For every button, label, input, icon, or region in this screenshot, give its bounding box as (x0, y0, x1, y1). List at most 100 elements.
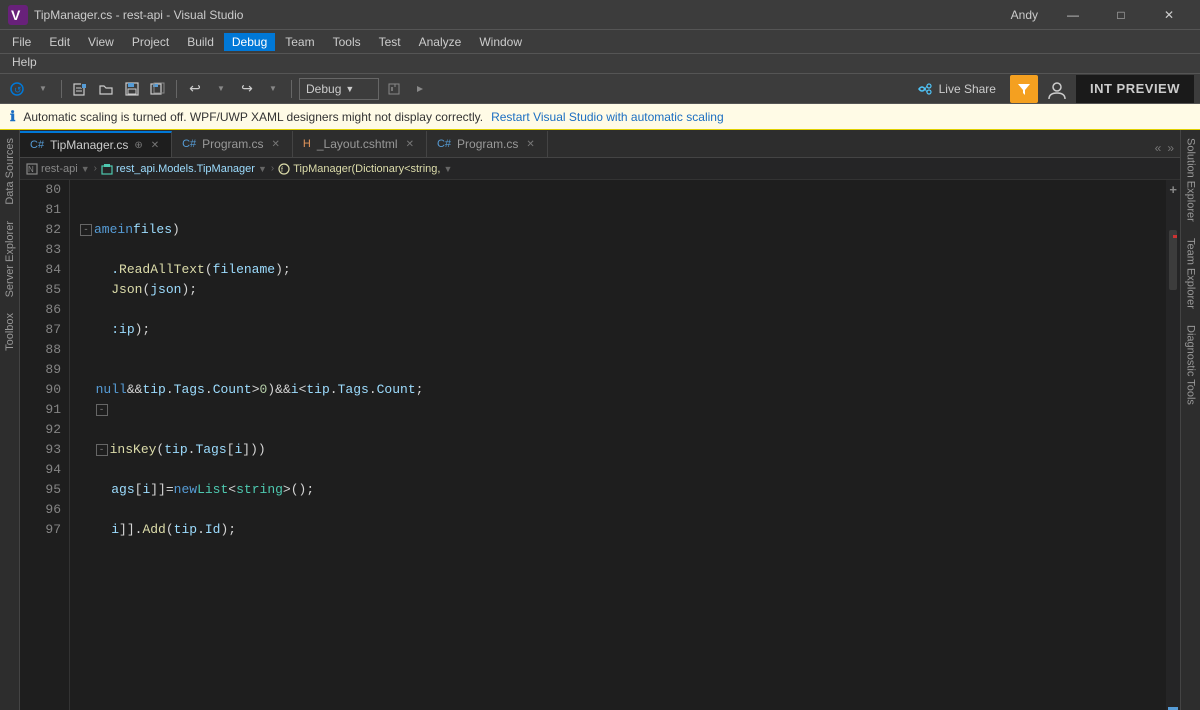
code-line-89 (80, 360, 1166, 380)
close-button[interactable]: ✕ (1146, 0, 1192, 30)
menu-window[interactable]: Window (471, 33, 530, 51)
code-content[interactable]: -ame in files) .ReadAllText(filename); J… (70, 180, 1166, 710)
tab-close-program1[interactable]: ✕ (270, 138, 282, 151)
tab-program1[interactable]: C# Program.cs ✕ (172, 131, 293, 157)
code-line-95: ags[i]] = new List<string>(); (80, 480, 1166, 500)
tab-close-tipmanager[interactable]: ✕ (149, 139, 161, 152)
menu-project[interactable]: Project (124, 33, 177, 51)
tab-icon-program2: C# (437, 138, 451, 150)
menu-analyze[interactable]: Analyze (411, 33, 470, 51)
diagnostic-tools-tab[interactable]: Diagnostic Tools (1182, 317, 1200, 413)
back-dropdown[interactable]: ▼ (32, 78, 54, 100)
line-num-97: 97 (24, 520, 61, 540)
menu-help[interactable]: Help (4, 53, 45, 71)
tab-close-layout[interactable]: ✕ (404, 138, 416, 151)
tab-tipmanager[interactable]: C# TipManager.cs ⊕ ✕ (20, 131, 172, 157)
menu-view[interactable]: View (80, 33, 122, 51)
code-line-97: i]].Add(tip.Id); (80, 520, 1166, 540)
scroll-add-btn[interactable]: + (1169, 182, 1177, 197)
toolbox-tab[interactable]: Toolbox (1, 305, 19, 359)
code-line-85: Json(json); (80, 280, 1166, 300)
code-editor[interactable]: 80 81 82 83 84 85 86 87 88 89 90 91 92 9… (20, 180, 1180, 710)
save-all-icon (150, 82, 166, 96)
save-all-button[interactable] (147, 78, 169, 100)
code-line-90: null && tip.Tags.Count > 0) && i < tip.T… (80, 380, 1166, 400)
tab-program1-label: Program.cs (202, 137, 263, 151)
line-num-90: 90 (24, 380, 61, 400)
right-panel-tabs: Solution Explorer Team Explorer Diagnost… (1180, 130, 1200, 710)
team-explorer-tab[interactable]: Team Explorer (1182, 230, 1200, 317)
tab-scroll-controls: « » (1149, 139, 1180, 157)
title-controls: Andy — □ ✕ (1011, 0, 1192, 30)
menu-team[interactable]: Team (277, 33, 322, 51)
live-share-label: Live Share (939, 82, 996, 96)
path-sep-1: › (94, 163, 97, 174)
tab-layout[interactable]: H _Layout.cshtml ✕ (293, 131, 427, 157)
debug-icon-1 (387, 82, 401, 96)
menu-edit[interactable]: Edit (41, 33, 78, 51)
line-num-81: 81 (24, 200, 61, 220)
editor-scrollbar-area: + (1166, 180, 1180, 710)
debug-btn1[interactable] (383, 78, 405, 100)
filter-icon (1016, 81, 1032, 97)
tab-scroll-left[interactable]: « (1153, 139, 1164, 157)
line-num-89: 89 (24, 360, 61, 380)
solution-explorer-tab[interactable]: Solution Explorer (1182, 130, 1200, 230)
editor-container: C# TipManager.cs ⊕ ✕ C# Program.cs ✕ H _… (20, 130, 1180, 710)
line-numbers: 80 81 82 83 84 85 86 87 88 89 90 91 92 9… (20, 180, 70, 710)
line-num-92: 92 (24, 420, 61, 440)
code-line-86 (80, 300, 1166, 320)
tab-bar: C# TipManager.cs ⊕ ✕ C# Program.cs ✕ H _… (20, 130, 1180, 158)
undo-dropdown[interactable]: ▼ (210, 78, 232, 100)
path-class[interactable]: rest_api.Models.TipManager ▼ (101, 163, 267, 175)
back-button[interactable]: ↺ (6, 78, 28, 100)
debug-config-dropdown[interactable]: Debug ▼ (299, 78, 379, 100)
main-area: Data Sources Server Explorer Toolbox C# … (0, 130, 1200, 710)
redo-dropdown[interactable]: ▼ (262, 78, 284, 100)
server-explorer-tab[interactable]: Server Explorer (1, 213, 19, 305)
tab-close-program2[interactable]: ✕ (524, 138, 536, 151)
undo-button[interactable]: ↩ (184, 78, 206, 100)
code-line-81 (80, 200, 1166, 220)
user-label: Andy (1011, 8, 1038, 22)
collapse-93[interactable]: - (96, 444, 108, 456)
open-button[interactable] (95, 78, 117, 100)
menu-tools[interactable]: Tools (325, 33, 369, 51)
new-project-icon (73, 82, 87, 96)
profile-button[interactable] (1046, 78, 1068, 100)
tab-program2-label: Program.cs (457, 137, 518, 151)
menu-test[interactable]: Test (371, 33, 409, 51)
tab-scroll-right[interactable]: » (1165, 139, 1176, 157)
menu-debug[interactable]: Debug (224, 33, 275, 51)
code-line-96 (80, 500, 1166, 520)
code-line-91: - (80, 400, 1166, 420)
path-namespace[interactable]: N rest-api ▼ (26, 163, 90, 175)
debug-btn2[interactable] (409, 78, 431, 100)
tab-pin-icon: ⊕ (134, 140, 142, 151)
path-method[interactable]: f TipManager(Dictionary<string, ▼ (278, 163, 452, 175)
live-share-button[interactable]: Live Share (907, 79, 1006, 99)
data-sources-tab[interactable]: Data Sources (1, 130, 19, 213)
filter-button[interactable] (1010, 75, 1038, 103)
save-button[interactable] (121, 78, 143, 100)
redo-button[interactable]: ↪ (236, 78, 258, 100)
collapse-82[interactable]: - (80, 224, 92, 236)
minimize-button[interactable]: — (1050, 0, 1096, 30)
new-project-button[interactable] (69, 78, 91, 100)
debug-config-arrow: ▼ (345, 84, 354, 94)
scrollbar-thumb[interactable] (1169, 230, 1177, 290)
int-preview-button[interactable]: INT PREVIEW (1076, 75, 1194, 103)
info-icon: ℹ (10, 108, 15, 125)
menu-build[interactable]: Build (179, 33, 222, 51)
tab-program2[interactable]: C# Program.cs ✕ (427, 131, 548, 157)
open-icon (99, 82, 113, 96)
line-num-93: 93 (24, 440, 61, 460)
menu-file[interactable]: File (4, 33, 39, 51)
info-link[interactable]: Restart Visual Studio with automatic sca… (491, 110, 724, 124)
maximize-button[interactable]: □ (1098, 0, 1144, 30)
line-num-87: 87 (24, 320, 61, 340)
collapse-91[interactable]: - (96, 404, 108, 416)
code-line-82: -ame in files) (80, 220, 1166, 240)
tab-tipmanager-label: TipManager.cs (50, 138, 128, 152)
code-line-94 (80, 460, 1166, 480)
